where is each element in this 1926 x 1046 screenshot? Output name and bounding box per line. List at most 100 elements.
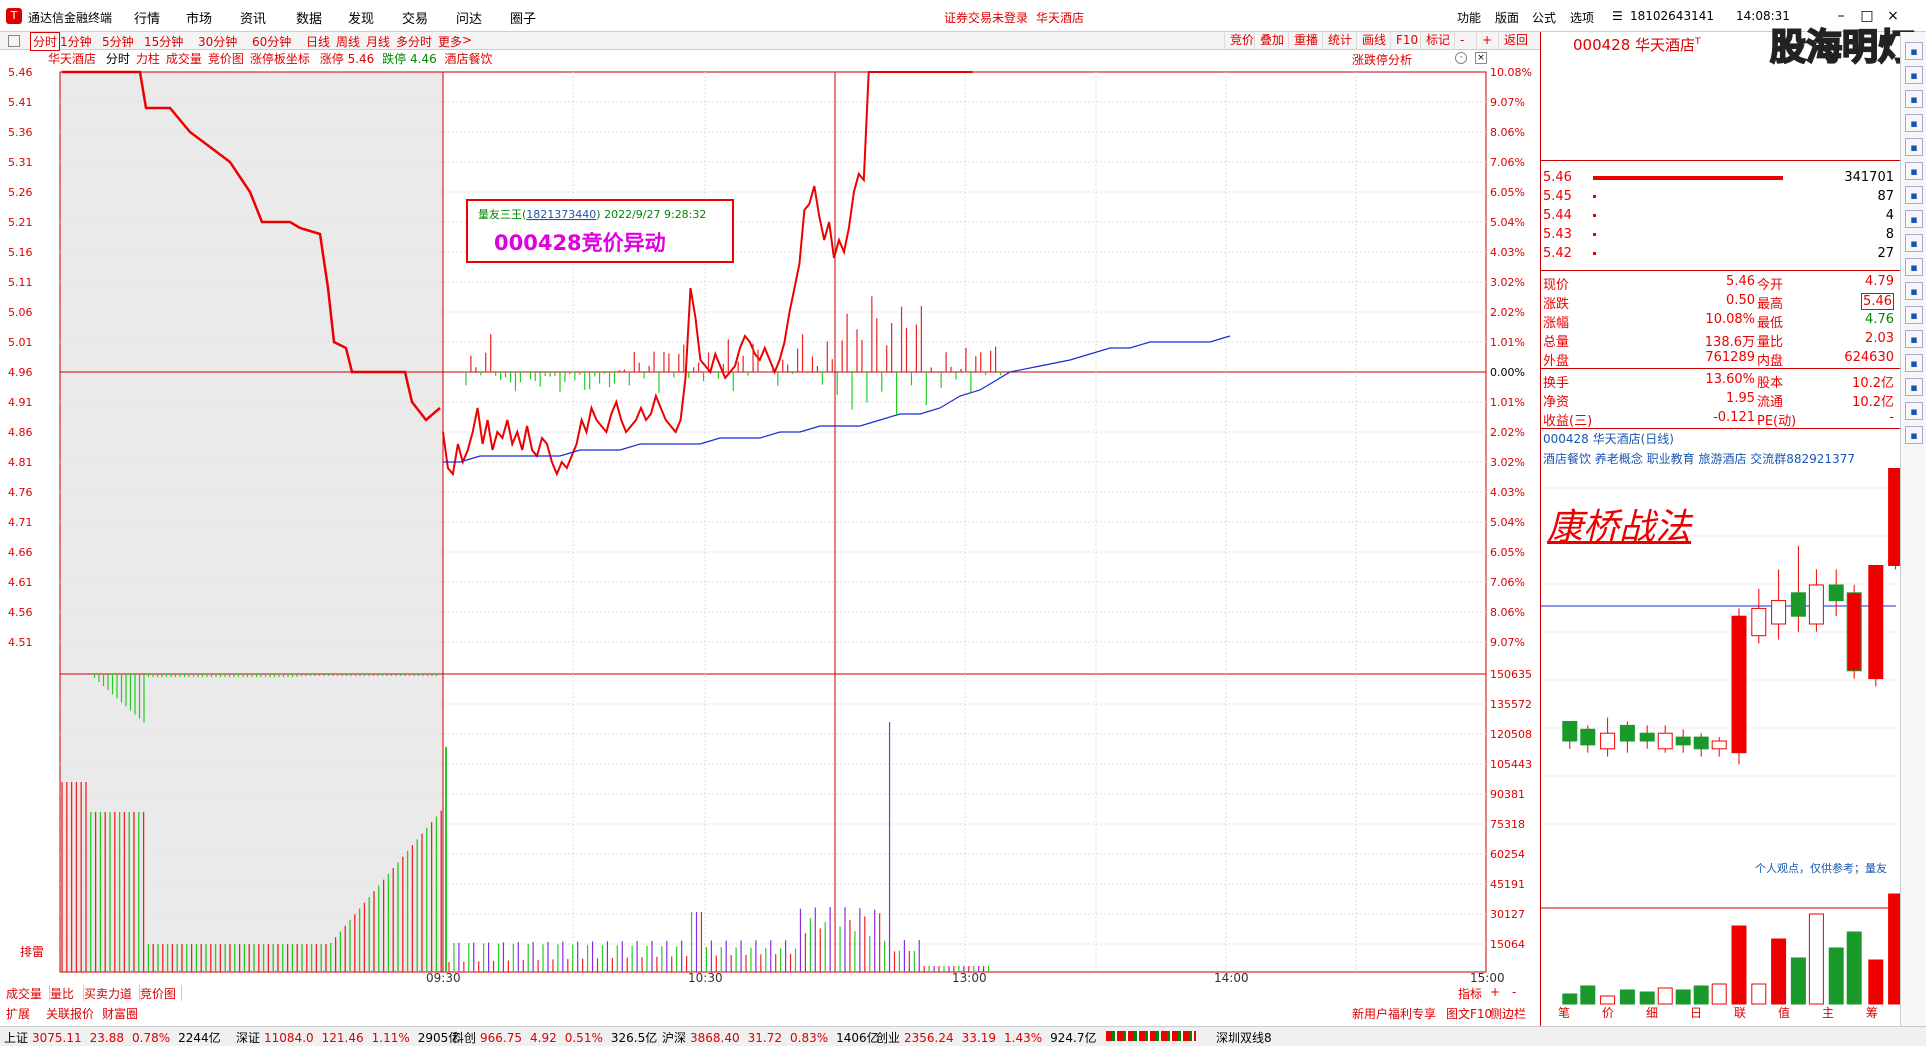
server-status[interactable]: 深圳双线8 (1216, 1029, 1272, 1046)
note-icon[interactable]: ▪ (1905, 330, 1923, 348)
period-tab-6[interactable]: 日线 (306, 33, 330, 50)
period-tab-1[interactable]: 1分钟 (60, 33, 92, 50)
quote-panel-tab-3[interactable]: 日 (1677, 1004, 1715, 1021)
indicator-control-1[interactable]: + (1490, 985, 1500, 999)
toolbar-button-2[interactable]: 重播 (1288, 32, 1323, 49)
period-tab-4[interactable]: 30分钟 (198, 33, 237, 50)
info-item-1[interactable]: 力柱 (136, 52, 160, 66)
quote-panel-tab-4[interactable]: 联 (1721, 1004, 1759, 1021)
chevron-down-icon[interactable]: ▪ (1905, 90, 1923, 108)
more-chevron-icon[interactable]: > (462, 33, 472, 47)
menu-4[interactable]: 发现 (348, 8, 374, 27)
extension-tab-1[interactable]: 关联报价 (46, 1005, 94, 1022)
quote-panel-tab-2[interactable]: 细 (1633, 1004, 1671, 1021)
menu-6[interactable]: 问达 (456, 8, 482, 27)
period-tab-3[interactable]: 15分钟 (144, 33, 183, 50)
login-status[interactable]: 证券交易未登录 (944, 9, 1028, 26)
menu-3[interactable]: 数据 (296, 8, 322, 27)
menu-2[interactable]: 资讯 (240, 8, 266, 27)
info-item-0[interactable]: 分时 (106, 52, 130, 66)
kline-tags[interactable]: 酒店餐饮 养老概念 职业教育 旅游酒店 交流群882921377 (1543, 450, 1855, 467)
grid-icon[interactable]: ▪ (1905, 138, 1923, 156)
period-tab-5[interactable]: 60分钟 (252, 33, 291, 50)
user-phone[interactable]: 18102643141 (1630, 9, 1714, 23)
toolbar-button-3[interactable]: 统计 (1322, 32, 1357, 49)
indicator-tab-0[interactable]: 成交量 (6, 985, 50, 1001)
info-item-2[interactable]: 成交量 (166, 52, 202, 66)
volume-tick: 135572 (1490, 698, 1532, 711)
toolbar-button-5[interactable]: F10 (1390, 32, 1423, 49)
user-icon[interactable]: ☰ (1612, 9, 1623, 23)
quote-panel-tab-1[interactable]: 价 (1589, 1004, 1627, 1021)
list-icon[interactable]: ▪ (1905, 114, 1923, 132)
period-tab-2[interactable]: 5分钟 (102, 33, 134, 50)
feature-link-1[interactable]: 图文F10 (1446, 1005, 1492, 1022)
right-menu-3[interactable]: 选项 (1570, 9, 1594, 26)
sector-label[interactable]: 酒店餐饮 (445, 52, 493, 66)
extension-tab-0[interactable]: 扩展 (6, 1005, 30, 1022)
pencil-icon[interactable]: ▪ (1905, 378, 1923, 396)
extension-tab-2[interactable]: 财富圈 (102, 1005, 138, 1022)
intraday-chart[interactable]: 5.46 5.41 5.36 5.31 5.26 5.21 5.16 5.11 5.06 5.01… (0, 66, 1540, 984)
right-menu-2[interactable]: 公式 (1532, 9, 1556, 26)
toolbar-button-7[interactable]: - (1454, 32, 1469, 49)
toolbar-button-1[interactable]: 叠加 (1254, 32, 1289, 49)
kline-volume-bar (1639, 991, 1655, 1005)
right-menu-0[interactable]: 功能 (1457, 9, 1481, 26)
toolbar-button-6[interactable]: 标记 (1420, 32, 1455, 49)
period-tab-7[interactable]: 周线 (336, 33, 360, 50)
period-tab-9[interactable]: 多分时 (396, 33, 432, 50)
toolbar-button-8[interactable]: + (1476, 32, 1497, 49)
settings-icon[interactable]: · (1455, 52, 1467, 64)
menu-0[interactable]: 行情 (134, 8, 160, 27)
zoom-icon[interactable]: ▪ (1905, 306, 1923, 324)
book-icon[interactable]: ▪ (1905, 210, 1923, 228)
mail-icon[interactable]: ▪ (1905, 234, 1923, 252)
index-quote-1[interactable]: 深证 11084.0 121.46 1.11% 2905亿 (236, 1029, 460, 1046)
quote-panel-tab-7[interactable]: 筹 (1853, 1004, 1891, 1021)
toolbar-button-9[interactable]: 返回 (1498, 32, 1533, 49)
feature-link-2[interactable]: 侧边栏 (1490, 1005, 1526, 1022)
price-tick: 5.46 (8, 66, 33, 79)
index-quote-4[interactable]: 创业 2356.24 33.19 1.43% 924.7亿 (876, 1029, 1096, 1046)
file-icon[interactable]: ▪ (1905, 402, 1923, 420)
bars-icon[interactable]: ▪ (1905, 186, 1923, 204)
indicator-control-2[interactable]: - (1512, 985, 1516, 999)
quote-panel-tab-5[interactable]: 值 (1765, 1004, 1803, 1021)
hash-icon[interactable]: ▪ (1905, 354, 1923, 372)
index-quote-2[interactable]: 科创 966.75 4.92 0.51% 326.5亿 (452, 1029, 657, 1046)
period-tab-8[interactable]: 月线 (366, 33, 390, 50)
right-menu-1[interactable]: 版面 (1495, 9, 1519, 26)
info-item-4[interactable]: 涨停板坐标 (250, 52, 310, 66)
pct-tick: 9.07% (1490, 636, 1525, 649)
toggle-icon[interactable] (8, 35, 20, 47)
indicator-tab-1[interactable]: 量比 (50, 985, 84, 1001)
toolbar-button-4[interactable]: 画线 (1356, 32, 1391, 49)
close-panel-icon[interactable]: × (1475, 52, 1487, 64)
period-tab-10[interactable]: 更多 (438, 33, 462, 50)
period-tab-0[interactable]: 分时 (30, 32, 61, 51)
menu-icon[interactable]: ▪ (1905, 42, 1923, 60)
layer-icon[interactable]: ▪ (1905, 426, 1923, 444)
user-icon[interactable]: ▪ (1905, 282, 1923, 300)
quote-panel-tab-0[interactable]: 笔 (1545, 1004, 1583, 1021)
index-pct: 0.83% (790, 1031, 829, 1045)
menu-5[interactable]: 交易 (402, 8, 428, 27)
indicator-tab-3[interactable]: 竞价图 (140, 985, 182, 1001)
info-item-3[interactable]: 竞价图 (208, 52, 244, 66)
info-icon[interactable]: ▪ (1905, 258, 1923, 276)
index-quote-0[interactable]: 上证 3075.11 23.88 0.78% 2244亿 (4, 1029, 221, 1046)
chevron-up-icon[interactable]: ▪ (1905, 66, 1923, 84)
quote-panel-tab-6[interactable]: 主 (1809, 1004, 1847, 1021)
index-quote-3[interactable]: 沪深 3868.40 31.72 0.83% 1406亿 (662, 1029, 879, 1046)
indicator-tab-2[interactable]: 买卖力道 (84, 985, 140, 1001)
indicator-control-0[interactable]: 指标 (1458, 985, 1482, 1002)
annotation-meta: 量友三王(1821373440) 2022/9/27 9:28:32 (478, 207, 706, 221)
feature-link-0[interactable]: 新用户福利专享 (1352, 1005, 1436, 1022)
period-toolbar: 分时 1分钟 5分钟 15分钟 30分钟 60分钟 日线 周线 月线 多分时 更多 > 竞价 叠加 重播 统计… (0, 32, 1540, 51)
menu-7[interactable]: 圈子 (510, 8, 536, 27)
menu-1[interactable]: 市场 (186, 8, 212, 27)
daily-kline-chart[interactable] (1541, 468, 1901, 1028)
chart-icon[interactable]: ▪ (1905, 162, 1923, 180)
quote2-value2-1: 10.2亿 (1852, 395, 1894, 410)
